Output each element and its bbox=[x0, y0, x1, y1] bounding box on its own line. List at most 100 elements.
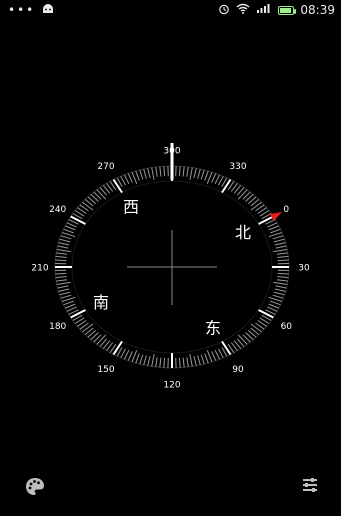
compass-tick bbox=[219, 349, 224, 358]
compass-tick bbox=[207, 350, 212, 362]
compass-tick bbox=[160, 167, 161, 177]
compass-tick bbox=[194, 168, 196, 178]
compass-tick bbox=[183, 358, 184, 368]
compass-tick bbox=[56, 277, 67, 278]
compass-tick bbox=[215, 175, 220, 184]
compass-tick bbox=[270, 301, 280, 305]
compass-tick bbox=[201, 170, 204, 180]
compass-tick bbox=[190, 354, 192, 366]
compass-tick bbox=[205, 354, 208, 364]
cardinal-south: 南 bbox=[93, 293, 109, 312]
compass-tick bbox=[56, 253, 67, 254]
compass-tick bbox=[67, 307, 77, 311]
compass-dial: 3003300306090120150180210240270 北东南西 bbox=[0, 0, 341, 512]
compass-tick bbox=[273, 282, 287, 284]
compass-tick bbox=[121, 176, 126, 185]
compass-tick bbox=[274, 239, 285, 242]
compass-tick bbox=[277, 280, 288, 281]
compass-tick bbox=[71, 217, 86, 225]
compass-tick bbox=[238, 190, 247, 200]
compass-tick bbox=[156, 357, 158, 367]
compass-tick bbox=[160, 358, 161, 368]
compass-tick-label: 180 bbox=[49, 322, 66, 332]
compass-tick bbox=[179, 166, 180, 176]
compass-tick bbox=[183, 167, 184, 177]
compass-tick bbox=[124, 350, 128, 359]
compass-tick bbox=[132, 172, 137, 184]
compass-tick bbox=[194, 356, 196, 366]
compass-tick bbox=[124, 175, 128, 184]
sliders-icon[interactable] bbox=[301, 476, 319, 494]
compass-tick bbox=[273, 236, 284, 239]
compass-tick bbox=[60, 292, 71, 295]
cardinal-east: 东 bbox=[205, 319, 221, 338]
compass-tick bbox=[276, 246, 287, 248]
compass-tick bbox=[156, 167, 158, 177]
compass-tick bbox=[179, 358, 180, 368]
compass-tick bbox=[59, 289, 70, 291]
compass-tick bbox=[164, 166, 165, 176]
compass-tick bbox=[71, 310, 86, 318]
compass-tick bbox=[97, 335, 106, 345]
compass-tick bbox=[55, 273, 66, 274]
compass-tick bbox=[251, 324, 262, 332]
cardinal-west: 西 bbox=[123, 197, 139, 216]
compass-tick bbox=[136, 171, 139, 181]
compass-tick bbox=[269, 226, 279, 230]
compass-tick-label: 330 bbox=[229, 162, 246, 172]
compass-tick bbox=[56, 256, 67, 257]
compass-tick bbox=[274, 292, 285, 295]
cardinal-north: 北 bbox=[235, 223, 251, 242]
compass-tick-label: 90 bbox=[232, 365, 244, 375]
compass-tick bbox=[61, 236, 71, 239]
compass-tick bbox=[273, 295, 284, 298]
compass-tick bbox=[82, 324, 93, 332]
compass-tick bbox=[277, 256, 288, 257]
compass-tick bbox=[144, 355, 147, 365]
compass-tick bbox=[259, 217, 274, 225]
compass-tick bbox=[58, 246, 69, 248]
compass-tick-labels: 3003300306090120150180210240270 bbox=[31, 147, 310, 391]
compass-tick bbox=[121, 349, 126, 358]
compass-tick bbox=[267, 223, 277, 227]
compass-tick-label: 120 bbox=[163, 381, 180, 391]
compass-tick bbox=[136, 354, 139, 364]
compass-tick bbox=[270, 229, 280, 233]
compass-tick bbox=[219, 176, 224, 185]
compass-tick bbox=[212, 173, 216, 182]
compass-tick bbox=[65, 226, 75, 230]
compass-tick-label: 60 bbox=[281, 322, 293, 332]
compass-tick bbox=[57, 250, 71, 252]
compass-tick-label: 150 bbox=[97, 365, 114, 375]
compass-tick bbox=[187, 167, 189, 177]
compass-tick bbox=[148, 356, 150, 366]
compass-tick bbox=[128, 352, 132, 361]
compass-tick bbox=[205, 171, 208, 181]
compass-tick bbox=[212, 352, 216, 361]
compass-tick bbox=[97, 190, 106, 200]
compass-tick bbox=[58, 286, 69, 288]
compass-tick bbox=[277, 277, 288, 278]
compass-tick bbox=[278, 273, 289, 274]
compass-tick bbox=[152, 168, 154, 180]
compass-tick-label: 270 bbox=[97, 162, 114, 172]
compass-tick bbox=[215, 350, 220, 359]
compass-tick bbox=[198, 169, 201, 179]
palette-icon[interactable] bbox=[24, 476, 46, 498]
compass-tick-label: 30 bbox=[298, 264, 310, 274]
compass-tick bbox=[114, 180, 123, 193]
compass-tick bbox=[55, 260, 66, 261]
compass-tick bbox=[198, 355, 201, 365]
compass-tick bbox=[65, 304, 75, 308]
compass-tick-label: 300 bbox=[163, 147, 180, 157]
compass-tick bbox=[60, 239, 71, 242]
compass-tick bbox=[273, 250, 287, 252]
compass-tick bbox=[275, 289, 286, 291]
compass-tick bbox=[56, 280, 67, 281]
compass-tick bbox=[190, 168, 192, 180]
compass-tick-label: 240 bbox=[49, 205, 66, 215]
compass-tick bbox=[148, 168, 150, 178]
compass-tick bbox=[67, 223, 77, 227]
compass-tick bbox=[276, 286, 287, 288]
compass-tick bbox=[259, 310, 274, 318]
